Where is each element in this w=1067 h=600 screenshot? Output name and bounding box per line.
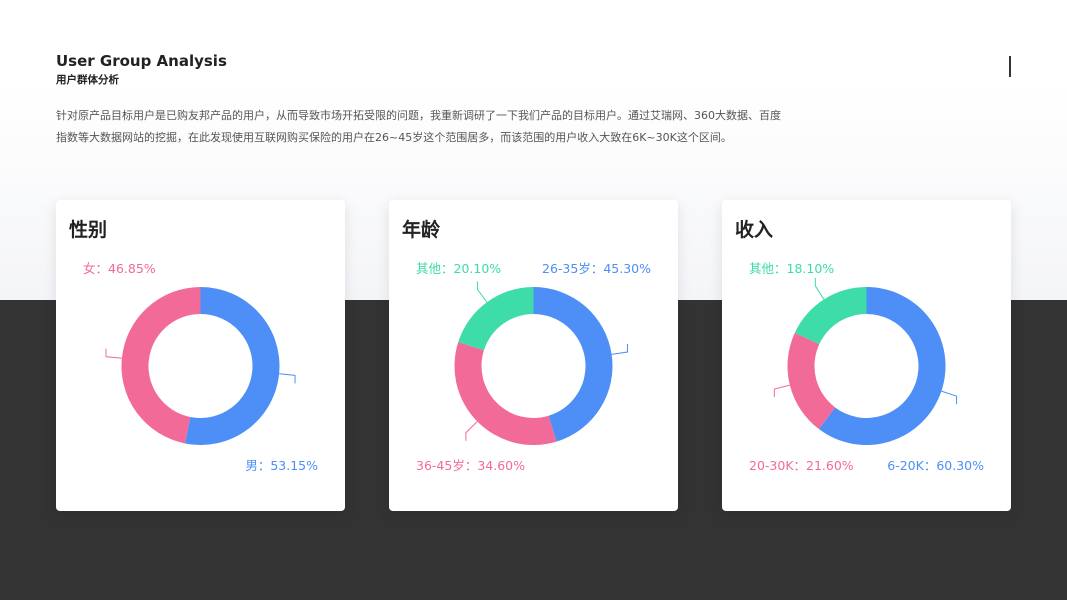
slice-leader-line bbox=[611, 344, 628, 355]
slice-label: 男：53.15% bbox=[245, 458, 318, 473]
slice-label: 其他：18.10% bbox=[749, 261, 834, 276]
donut-slice bbox=[458, 287, 534, 351]
income-chart-card: 收入 6-20K：60.30% 20-30K：21.60% 其他：18.10% bbox=[722, 200, 1011, 511]
slice-leader-line bbox=[941, 390, 958, 405]
donut-slice bbox=[121, 287, 201, 444]
page-subtitle: 用户群体分析 bbox=[56, 74, 119, 86]
slice-leader-line bbox=[105, 348, 122, 359]
slice-leader-line bbox=[476, 281, 488, 303]
donut-slice bbox=[787, 332, 836, 430]
slice-label: 其他：20.10% bbox=[416, 261, 501, 276]
age-donut-chart: 26-35岁：45.30% 36-45岁：34.60% 其他：20.10% bbox=[416, 261, 651, 473]
slice-leader-line bbox=[773, 384, 790, 398]
age-chart-card: 年龄 26-35岁：45.30% 36-45岁：34.60% 其他：20.10% bbox=[389, 200, 678, 511]
slice-leader-line bbox=[279, 373, 296, 384]
slice-leader-line bbox=[814, 277, 825, 300]
header-divider bbox=[1009, 56, 1011, 77]
donut-slice bbox=[794, 287, 867, 345]
slice-label: 26-35岁：45.30% bbox=[542, 261, 651, 276]
description-line-2: 指数等大数据网站的挖掘，在此发现使用互联网购买保险的用户在26~45岁这个范围居… bbox=[56, 131, 732, 144]
income-donut-chart: 6-20K：60.30% 20-30K：21.60% 其他：18.10% bbox=[749, 261, 984, 473]
page-title: User Group Analysis bbox=[56, 52, 227, 70]
slice-label: 36-45岁：34.60% bbox=[416, 458, 525, 473]
gender-donut-chart: 男：53.15% 女：46.85% bbox=[83, 261, 318, 473]
slice-leader-line bbox=[465, 421, 478, 441]
description-line-1: 针对原产品目标用户是已购友邦产品的用户，从而导致市场开拓受限的问题，我重新调研了… bbox=[56, 109, 781, 122]
slice-label: 女：46.85% bbox=[83, 261, 156, 276]
slice-label: 6-20K：60.30% bbox=[887, 458, 984, 473]
description: 针对原产品目标用户是已购友邦产品的用户，从而导致市场开拓受限的问题，我重新调研了… bbox=[56, 105, 826, 149]
slice-label: 20-30K：21.60% bbox=[749, 458, 854, 473]
gender-chart-card: 性别 男：53.15% 女：46.85% bbox=[56, 200, 345, 511]
